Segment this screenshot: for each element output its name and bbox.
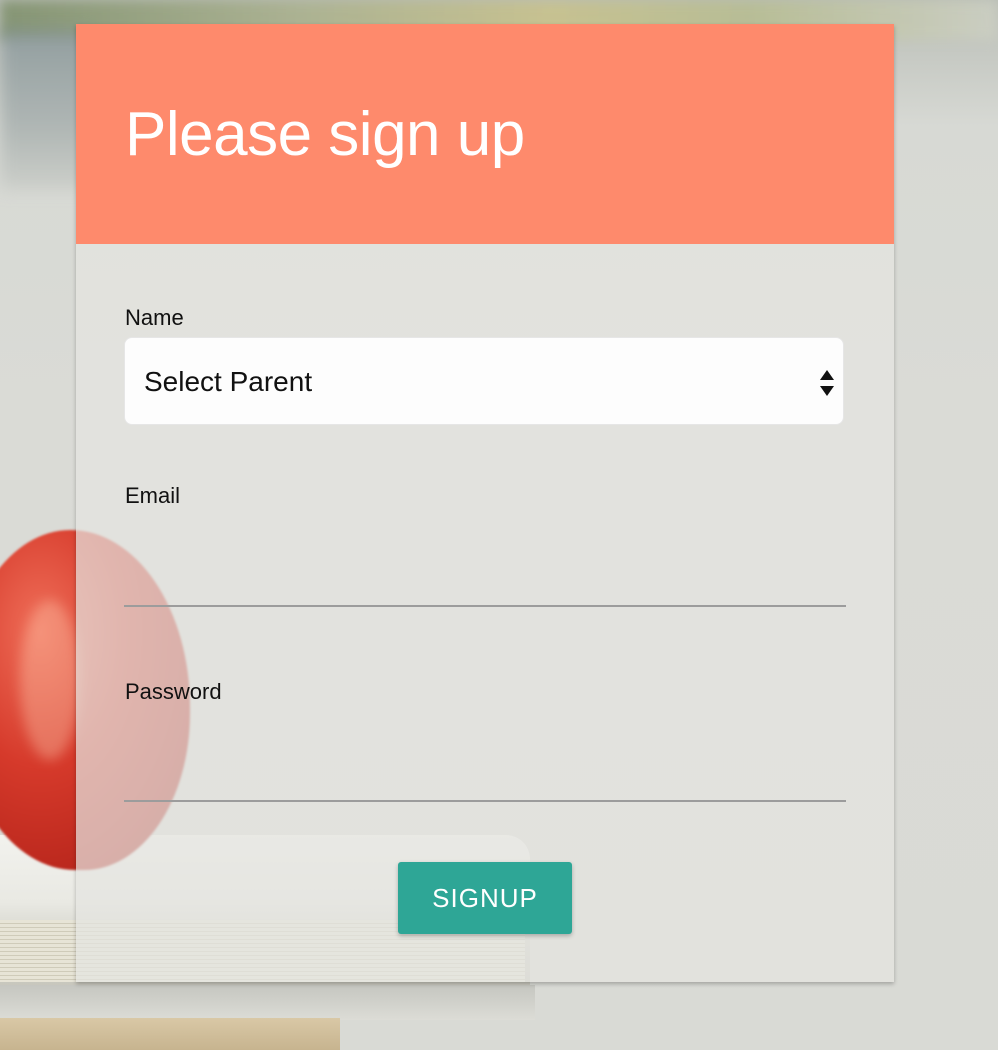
signup-card: Please sign up Name Select Parent Email …	[76, 24, 894, 982]
card-header: Please sign up	[76, 24, 894, 244]
password-label: Password	[125, 679, 222, 704]
name-label: Name	[125, 305, 184, 330]
password-field[interactable]	[124, 756, 846, 802]
select-arrows-icon	[820, 370, 834, 396]
name-select[interactable]: Select Parent	[124, 337, 844, 425]
email-label: Email	[125, 483, 181, 508]
page-title: Please sign up	[125, 100, 525, 169]
name-select-value: Select Parent	[144, 366, 313, 397]
email-field[interactable]	[124, 561, 846, 607]
background-apple-highlight	[20, 600, 80, 760]
background-book-bottom	[0, 1018, 340, 1050]
background-book-cover	[0, 985, 535, 1020]
signup-button[interactable]: SIGNUP	[398, 862, 572, 934]
